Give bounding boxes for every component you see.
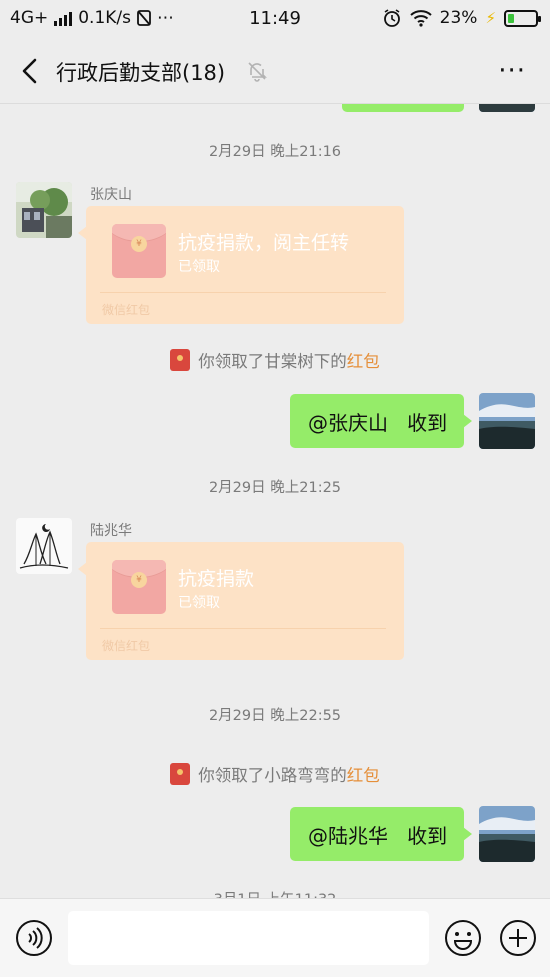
battery-icon: [504, 9, 541, 27]
sender-avatar[interactable]: [16, 182, 72, 238]
outgoing-message[interactable]: @陆兆华 收到: [290, 807, 472, 861]
plus-icon[interactable]: [499, 919, 537, 957]
back-chevron-icon[interactable]: [14, 54, 48, 88]
red-packet-link[interactable]: 红包: [347, 766, 380, 785]
input-bar: [0, 898, 550, 977]
red-packet-card[interactable]: ¥ 抗疫捐款 已领取 微信红包: [78, 542, 404, 660]
self-avatar[interactable]: [479, 806, 535, 862]
red-packet-title: 抗疫捐款: [178, 568, 255, 590]
charging-icon: ⚡: [485, 9, 496, 27]
voice-icon[interactable]: [15, 919, 53, 957]
red-packet-mini-icon: [170, 349, 191, 371]
timestamp: 2月29日 晚上21:16: [208, 144, 342, 160]
bell-muted-icon: [248, 62, 267, 82]
outgoing-message[interactable]: @张庆山 收到: [290, 394, 472, 448]
system-message-text: 你领取了甘棠树下的: [198, 352, 347, 371]
sender-name: 张庆山: [90, 187, 132, 203]
status-bar: 4G+ 0.1K/s ⋯ 11:49 23% ⚡: [0, 0, 550, 38]
timestamp: 3月1日 上午11:32: [0, 888, 550, 898]
system-message: 你领取了甘棠树下的红包: [0, 348, 550, 372]
red-packet-icon: ¥: [112, 560, 166, 614]
red-packet-footer: 微信红包: [102, 639, 151, 653]
red-packet-mini-icon: [170, 763, 191, 785]
timestamp: 2月29日 晚上21:25: [208, 480, 342, 496]
chat-title[interactable]: 行政后勤支部(18): [56, 57, 225, 87]
red-packet-divider: [100, 292, 386, 293]
red-packet-card[interactable]: ¥ 抗疫捐款，阅主任转 已领取 微信红包: [78, 206, 404, 324]
red-packet-icon: ¥: [112, 224, 166, 278]
red-packet-footer: 微信红包: [102, 303, 151, 317]
message-input[interactable]: [68, 911, 429, 965]
battery-level: [508, 13, 514, 23]
self-avatar[interactable]: [479, 393, 535, 449]
battery-percent: 23%: [439, 8, 478, 28]
system-message: 你领取了小路弯弯的红包: [0, 762, 550, 786]
self-avatar-partial: [479, 104, 535, 112]
red-packet-status: 已领取: [178, 259, 220, 275]
sender-name: 陆兆华: [90, 523, 132, 539]
system-message-text: 你领取了小路弯弯的: [198, 766, 347, 785]
previous-bubble-partial: [342, 104, 464, 112]
emoji-icon[interactable]: [444, 919, 482, 957]
red-packet-title: 抗疫捐款，阅主任转: [178, 232, 350, 254]
timestamp: 2月29日 晚上22:55: [208, 708, 342, 724]
chat-area[interactable]: 2月29日 晚上21:16 张庆山 ¥ 抗疫捐款，阅主任转 已领取 微信红包 你…: [0, 104, 550, 898]
status-right: 23% ⚡: [382, 8, 541, 28]
red-packet-link[interactable]: 红包: [347, 352, 380, 371]
alarm-icon: [383, 9, 400, 27]
chat-header: 行政后勤支部(18) ···: [0, 38, 550, 104]
red-packet-status: 已领取: [178, 595, 220, 611]
sender-avatar[interactable]: [16, 518, 72, 574]
wifi-icon: [409, 10, 432, 27]
red-packet-divider: [100, 628, 386, 629]
more-dots-icon[interactable]: ···: [498, 58, 526, 84]
